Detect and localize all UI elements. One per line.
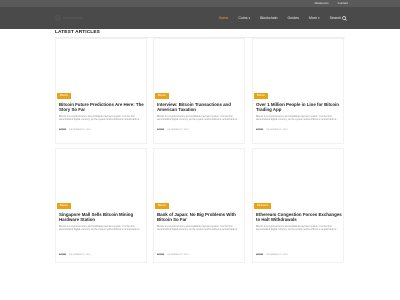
category-badge[interactable]: Ethereum <box>254 203 272 209</box>
article-title[interactable]: Bitcoin Future Predictions Are Here: The… <box>59 102 145 113</box>
search-icon[interactable] <box>342 15 347 21</box>
article-author[interactable]: ADMIN <box>157 129 164 131</box>
article-author[interactable]: ADMIN <box>256 129 263 131</box>
nav-label-search: Search <box>329 16 341 20</box>
article-excerpt: Bitcoin is a cryptocurrency and worldwid… <box>59 225 142 232</box>
article-image[interactable] <box>154 149 244 206</box>
article-date: DECEMBER 22, 2021 <box>167 129 189 131</box>
article-title[interactable]: Singapore Mall Sells Bitcoin Mining Hard… <box>59 212 145 223</box>
article-image[interactable] <box>154 39 244 96</box>
article-meta: ADMIN DECEMBER 22, 2021 <box>256 129 342 131</box>
top-link-reviewers[interactable]: Rewievers <box>315 1 329 6</box>
article-meta: ADMIN DECEMBER 22, 2021 <box>59 254 145 256</box>
article-meta: ADMIN DECEMBER 22, 2021 <box>157 129 243 131</box>
nav-item-blockchain[interactable]: Blockchain <box>260 15 277 21</box>
article-card[interactable]: Bitcoin Over 1 Million People in Line fo… <box>252 38 344 144</box>
nav-item-guides[interactable]: Guides <box>288 15 299 21</box>
top-link-contact[interactable]: Contact <box>338 1 348 6</box>
article-date: DECEMBER 22, 2021 <box>266 129 288 131</box>
site-logo[interactable] <box>55 14 85 22</box>
nav-menu: Home Coins ▾ Blockchain Guides More ▾ Se… <box>219 15 347 21</box>
article-card[interactable]: Bitcoin Singapore Mall Sells Bitcoin Min… <box>55 148 147 263</box>
article-meta: ADMIN DECEMBER 22, 2021 <box>157 254 243 256</box>
article-author[interactable]: ADMIN <box>59 129 66 131</box>
article-card[interactable]: Bitcoin Bitcoin Future Predictions Are H… <box>55 38 147 144</box>
nav-item-home[interactable]: Home <box>219 15 229 21</box>
chevron-down-icon: ▾ <box>248 16 251 20</box>
nav-label-home: Home <box>218 16 229 20</box>
article-card[interactable]: Bitcoin Bank of Japan: No Big Problems W… <box>153 148 245 263</box>
article-date: DECEMBER 22, 2021 <box>69 129 91 131</box>
article-image[interactable] <box>56 149 146 206</box>
category-badge[interactable]: Bitcoin <box>254 93 268 99</box>
main-navigation: Home Coins ▾ Blockchain Guides More ▾ Se… <box>0 7 400 29</box>
article-excerpt: Bitcoin is a cryptocurrency and worldwid… <box>157 115 240 122</box>
category-badge[interactable]: Bitcoin <box>57 93 71 99</box>
category-badge[interactable]: Bitcoin <box>57 203 71 209</box>
article-title[interactable]: Bank of Japan: No Big Problems With Bitc… <box>157 212 243 223</box>
article-card[interactable]: Bitcoin Interview: Bitcoin Transactions … <box>153 38 245 144</box>
article-title[interactable]: Ethereum Congestion Forces Exchanges to … <box>256 212 342 223</box>
article-author[interactable]: ADMIN <box>59 254 66 256</box>
article-author[interactable]: ADMIN <box>256 254 263 256</box>
article-date: DECEMBER 22, 2021 <box>167 254 189 256</box>
nav-label-more: More <box>308 16 318 20</box>
article-author[interactable]: ADMIN <box>157 254 164 256</box>
top-links: Rewievers Contact <box>315 1 348 6</box>
article-excerpt: Bitcoin is a cryptocurrency and worldwid… <box>256 115 339 122</box>
top-bar: Rewievers Contact <box>0 0 400 7</box>
article-title[interactable]: Over 1 Million People in Line for Bitcoi… <box>256 102 342 113</box>
nav-label-guides: Guides <box>287 16 299 20</box>
article-title[interactable]: Interview: Bitcoin Transactions and Amer… <box>157 102 243 113</box>
nav-item-coins[interactable]: Coins ▾ <box>238 15 250 21</box>
article-card[interactable]: Ethereum Ethereum Congestion Forces Exch… <box>252 148 344 263</box>
article-excerpt: Bitcoin is a cryptocurrency and worldwid… <box>157 225 240 232</box>
nav-item-search[interactable]: Search <box>330 15 347 21</box>
chevron-down-icon: ▾ <box>318 16 320 20</box>
article-excerpt: Bitcoin is a cryptocurrency and worldwid… <box>256 225 339 232</box>
article-image[interactable] <box>253 39 343 96</box>
article-meta: ADMIN DECEMBER 22, 2021 <box>256 254 342 256</box>
nav-label-blockchain: Blockchain <box>260 16 278 20</box>
section-title: LATEST ARTICLES <box>55 30 100 35</box>
article-date: DECEMBER 22, 2021 <box>69 254 91 256</box>
category-badge[interactable]: Bitcoin <box>155 93 169 99</box>
nav-item-more[interactable]: More ▾ <box>309 15 320 21</box>
nav-label-coins: Coins <box>238 16 248 20</box>
article-image[interactable] <box>253 149 343 206</box>
article-meta: ADMIN DECEMBER 22, 2021 <box>59 129 145 131</box>
category-badge[interactable]: Bitcoin <box>155 203 169 209</box>
article-excerpt: Bitcoin is a cryptocurrency and worldwid… <box>59 115 142 122</box>
article-date: DECEMBER 22, 2021 <box>266 254 288 256</box>
article-image[interactable] <box>56 39 146 96</box>
